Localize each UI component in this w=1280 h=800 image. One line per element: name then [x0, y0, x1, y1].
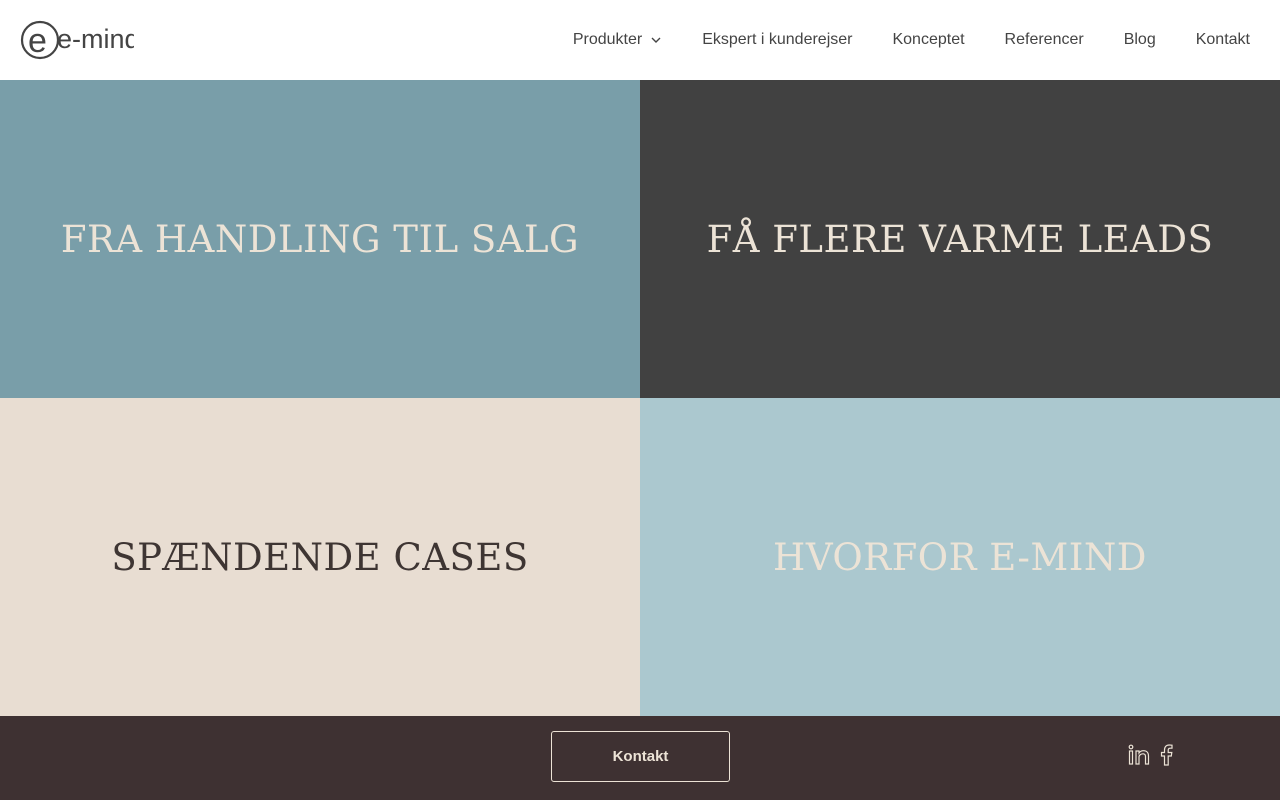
tile-hvorfor-e-mind[interactable]: HVORFOR E-MIND — [640, 398, 1280, 716]
footer-bar: Kontakt — [0, 716, 1280, 800]
tile-title: FÅ FLERE VARME LEADS — [706, 217, 1214, 261]
tile-grid: FRA HANDLING TIL SALG FÅ FLERE VARME LEA… — [0, 80, 1280, 716]
nav-item-ekspert-i-kunderejser[interactable]: Ekspert i kunderejser — [682, 0, 872, 80]
main-nav: Produkter Ekspert i kunderejser Koncepte… — [553, 0, 1250, 80]
nav-label: Blog — [1123, 31, 1156, 48]
nav-label: Referencer — [1004, 31, 1084, 48]
contact-button[interactable]: Kontakt — [551, 731, 730, 782]
linkedin-icon[interactable] — [1128, 744, 1150, 766]
nav-label: Kontakt — [1195, 31, 1250, 48]
tile-title: FRA HANDLING TIL SALG — [60, 217, 580, 261]
logo-icon: e e-mind — [20, 20, 134, 60]
e-mind-logo[interactable]: e e-mind — [20, 20, 134, 60]
nav-label: Produkter — [572, 31, 643, 48]
nav-item-kontakt[interactable]: Kontakt — [1176, 0, 1250, 80]
tile-faa-flere-varme-leads[interactable]: FÅ FLERE VARME LEADS — [640, 80, 1280, 398]
tile-spaendende-cases[interactable]: SPÆNDENDE CASES — [0, 398, 640, 716]
tile-title: HVORFOR E-MIND — [773, 535, 1147, 579]
site-header: e e-mind Produkter Ekspert i kunderejser… — [0, 0, 1280, 80]
nav-item-blog[interactable]: Blog — [1104, 0, 1176, 80]
nav-item-konceptet[interactable]: Konceptet — [872, 0, 984, 80]
svg-text:e: e — [28, 22, 47, 60]
logo-text: e-mind — [57, 24, 134, 54]
facebook-icon[interactable] — [1160, 744, 1174, 766]
nav-item-produkter[interactable]: Produkter — [553, 0, 682, 80]
nav-item-referencer[interactable]: Referencer — [985, 0, 1104, 80]
tile-fra-handling-til-salg[interactable]: FRA HANDLING TIL SALG — [0, 80, 640, 398]
tile-title: SPÆNDENDE CASES — [111, 535, 529, 579]
nav-label: Konceptet — [892, 31, 965, 48]
chevron-down-icon — [650, 36, 662, 44]
nav-label: Ekspert i kunderejser — [702, 31, 853, 48]
